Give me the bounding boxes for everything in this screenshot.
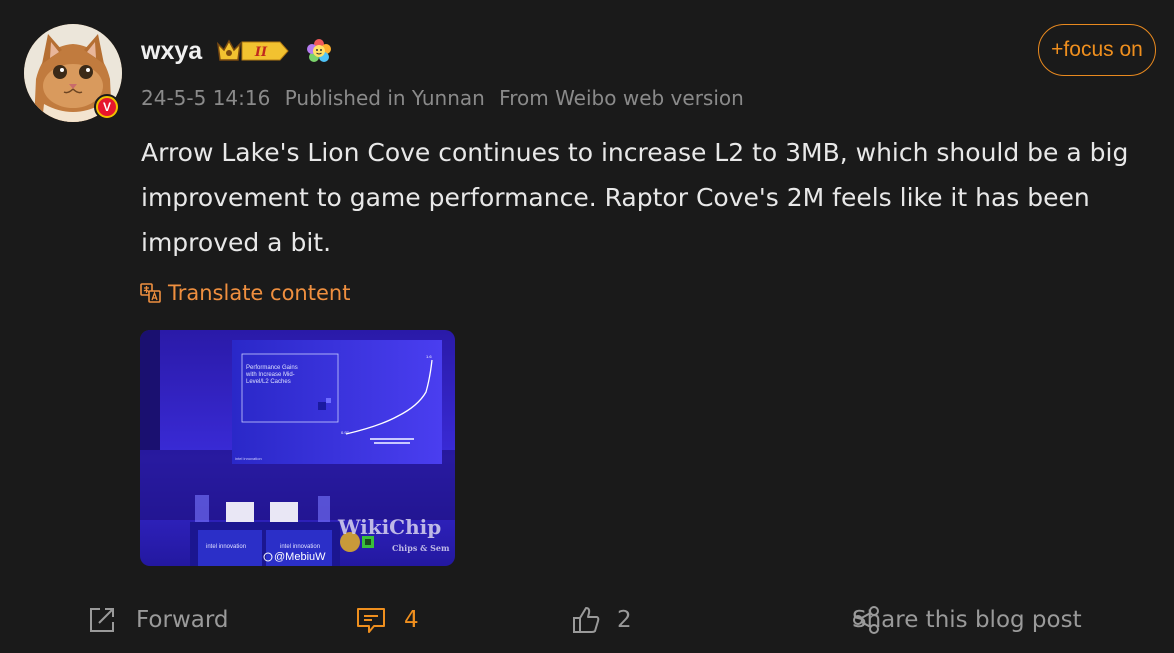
svg-text:intel innovation: intel innovation bbox=[235, 456, 262, 461]
verified-v-icon: V bbox=[98, 98, 116, 116]
post-source: From Weibo web version bbox=[499, 86, 744, 110]
svg-text:Chips & Sem: Chips & Sem bbox=[392, 543, 450, 553]
like-count: 2 bbox=[617, 607, 632, 633]
username[interactable]: wxya bbox=[141, 37, 202, 66]
translate-icon bbox=[140, 283, 161, 303]
svg-text:intel innovation: intel innovation bbox=[206, 544, 246, 550]
share-icon bbox=[853, 606, 879, 634]
level-badge: II bbox=[216, 38, 290, 68]
thumbs-up-icon bbox=[573, 607, 600, 633]
translate-label: Translate content bbox=[168, 281, 351, 305]
translate-button[interactable]: Translate content bbox=[140, 281, 350, 305]
comment-count: 4 bbox=[404, 607, 419, 633]
forward-label: Forward bbox=[136, 607, 229, 633]
forward-button[interactable]: Forward bbox=[88, 600, 229, 640]
svg-text:intel innovation: intel innovation bbox=[280, 544, 320, 550]
follow-button[interactable]: +focus on bbox=[1038, 24, 1156, 76]
svg-text:1.6: 1.6 bbox=[426, 354, 432, 359]
comment-button[interactable]: 4 bbox=[356, 600, 419, 640]
post-image[interactable]: Performance Gains with Increase Mid- Lev… bbox=[140, 330, 455, 566]
post-meta: 24-5-5 14:16 Published in Yunnan From We… bbox=[141, 86, 752, 110]
svg-text:@MebiuW: @MebiuW bbox=[274, 551, 326, 563]
like-button[interactable]: 2 bbox=[571, 600, 632, 640]
flower-badge-icon bbox=[306, 38, 332, 68]
forward-icon bbox=[90, 608, 114, 632]
svg-text:0.97: 0.97 bbox=[341, 430, 350, 435]
comment-icon bbox=[357, 608, 385, 633]
share-label: Share this blog post bbox=[852, 607, 1082, 633]
action-bar: Forward 4 2 Share this blog post bbox=[0, 600, 1174, 640]
svg-text:WikiChip: WikiChip bbox=[337, 515, 441, 539]
post-location: Published in Yunnan bbox=[284, 86, 485, 110]
post-text: Arrow Lake's Lion Cove continues to incr… bbox=[141, 138, 1129, 257]
share-button[interactable]: Share this blog post bbox=[852, 600, 1082, 640]
post-date[interactable]: 24-5-5 14:16 bbox=[141, 86, 270, 110]
svg-text:II: II bbox=[254, 45, 268, 60]
verified-badge: V bbox=[94, 94, 120, 120]
slide-screen bbox=[232, 340, 442, 464]
